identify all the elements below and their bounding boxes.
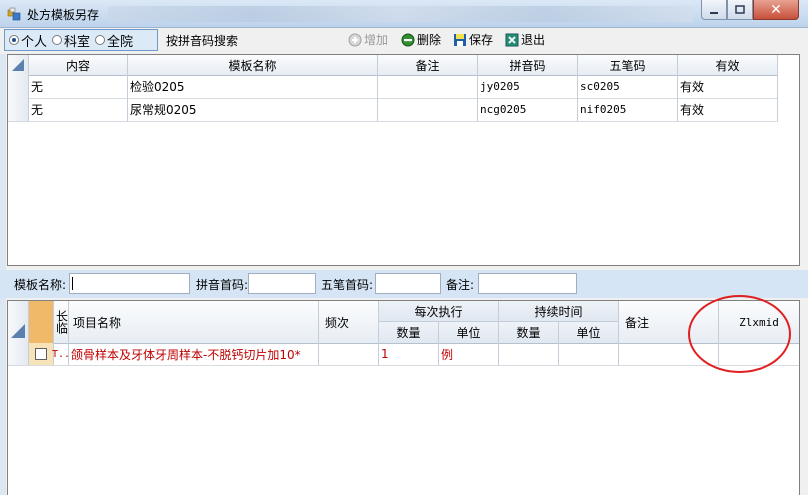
delete-icon xyxy=(401,33,415,47)
col-header-remark[interactable]: 备注 xyxy=(619,301,719,343)
item-grid[interactable]: 长临 项目名称 频次 每次执行 数量 单位 持续时间 数量 单位 备注 Zlxm… xyxy=(7,300,800,495)
col-header-unit[interactable]: 单位 xyxy=(439,322,499,343)
remark-label: 备注: xyxy=(446,278,475,292)
cell-quantity[interactable]: 1 xyxy=(379,343,439,365)
cell-content[interactable]: 无 xyxy=(29,75,128,98)
col-header-quantity[interactable]: 数量 xyxy=(379,322,439,343)
add-icon xyxy=(348,33,362,47)
title-bar[interactable]: 处方模板另存 ✕ xyxy=(0,0,808,28)
obscured-title-area xyxy=(108,6,693,22)
cell-content[interactable]: 无 xyxy=(29,98,128,121)
col-header-item-name[interactable]: 项目名称 xyxy=(69,301,319,343)
status-column-header xyxy=(29,301,54,343)
col-header-remark[interactable]: 备注 xyxy=(378,55,478,75)
template-name-label: 模板名称: xyxy=(14,278,67,292)
radio-label: 个人 xyxy=(21,34,48,50)
cell-duration-quantity[interactable] xyxy=(499,343,559,365)
minimize-icon xyxy=(710,11,718,14)
wubi-prefix-label: 五笔首码: xyxy=(321,278,374,292)
col-header-wubi[interactable]: 五笔码 xyxy=(578,55,678,75)
table-row[interactable]: T.. 颌骨样本及牙体牙周样本-不脱钙切片加10* 1 例 xyxy=(8,343,799,366)
col-header-template-name[interactable]: 模板名称 xyxy=(128,55,378,75)
select-all-corner[interactable] xyxy=(8,301,29,343)
col-header-long-temp[interactable]: 长临 xyxy=(54,301,69,343)
remark-input[interactable] xyxy=(478,273,577,294)
cell-duration-unit[interactable] xyxy=(559,343,619,365)
pinyin-prefix-label: 拼音首码: xyxy=(196,278,249,292)
cell-remark[interactable] xyxy=(378,75,478,98)
cell-valid[interactable]: 有效 xyxy=(678,75,778,98)
radio-personal[interactable]: 个人 xyxy=(9,31,47,50)
cell-pinyin[interactable]: ncg0205 xyxy=(478,98,578,121)
radio-indicator[interactable] xyxy=(52,35,63,45)
delete-label: 删除 xyxy=(417,33,442,47)
maximize-icon xyxy=(735,4,745,14)
col-header-duration-quantity[interactable]: 数量 xyxy=(499,322,559,343)
cell-wubi[interactable]: sc0205 xyxy=(578,75,678,98)
exit-button[interactable]: 退出 xyxy=(505,31,545,48)
cell-valid[interactable]: 有效 xyxy=(678,98,778,121)
cell-remark[interactable] xyxy=(378,98,478,121)
scope-radio-group: 个人 科室 全院 xyxy=(4,29,158,51)
add-button[interactable]: 增加 xyxy=(348,31,388,48)
add-label: 增加 xyxy=(364,33,389,47)
window-title: 处方模板另存 xyxy=(27,8,100,22)
col-header-content[interactable]: 内容 xyxy=(29,55,128,75)
col-header-duration-unit[interactable]: 单位 xyxy=(559,322,619,343)
cell-template-name[interactable]: 检验0205 xyxy=(128,75,378,98)
cell-unit[interactable]: 例 xyxy=(439,343,499,365)
cell-pinyin[interactable]: jy0205 xyxy=(478,75,578,98)
cell-remark[interactable] xyxy=(619,343,719,365)
exit-icon xyxy=(505,33,519,47)
radio-indicator[interactable] xyxy=(95,35,106,45)
select-all-corner[interactable] xyxy=(8,55,29,75)
cell-long-temp[interactable]: T.. xyxy=(52,343,70,365)
toolbar: 个人 科室 全院 按拼音码搜索 增加 删除 保存 退出 xyxy=(0,28,808,54)
radio-label: 全院 xyxy=(107,34,134,50)
col-header-pinyin[interactable]: 拼音码 xyxy=(478,55,578,75)
table-row[interactable]: 无 尿常规0205 ncg0205 nif0205 有效 xyxy=(8,98,778,122)
app-window: 处方模板另存 ✕ 个人 科室 全院 按拼音码搜索 增加 删除 保存 退出 内容 … xyxy=(0,0,808,495)
radio-label: 科室 xyxy=(64,34,91,50)
template-grid[interactable]: 内容 模板名称 备注 拼音码 五笔码 有效 无 检验0205 jy0205 sc… xyxy=(7,54,800,266)
wubi-prefix-input[interactable] xyxy=(375,273,441,294)
row-checkbox[interactable] xyxy=(35,348,47,360)
maximize-button[interactable] xyxy=(727,0,753,20)
app-icon xyxy=(7,7,21,21)
close-button[interactable]: ✕ xyxy=(753,0,799,20)
pinyin-prefix-input[interactable] xyxy=(248,273,316,294)
row-header[interactable] xyxy=(8,75,29,98)
save-icon xyxy=(453,33,467,47)
radio-department[interactable]: 科室 xyxy=(52,31,90,50)
group-header-each-execution: 每次执行 xyxy=(379,301,499,322)
minimize-button[interactable] xyxy=(701,0,727,20)
radio-indicator[interactable] xyxy=(9,35,19,45)
pinyin-search-button[interactable]: 按拼音码搜索 xyxy=(166,32,238,49)
text-caret xyxy=(72,277,73,290)
filter-bar: 模板名称: 拼音首码: 五笔首码: 备注: xyxy=(0,270,808,298)
cell-zlxmid[interactable] xyxy=(719,343,799,365)
table-row[interactable]: 无 检验0205 jy0205 sc0205 有效 xyxy=(8,75,778,99)
col-header-frequency[interactable]: 频次 xyxy=(319,301,379,343)
save-label: 保存 xyxy=(469,33,494,47)
template-name-input[interactable] xyxy=(69,273,190,294)
cell-template-name[interactable]: 尿常规0205 xyxy=(128,98,378,121)
col-header-valid[interactable]: 有效 xyxy=(678,55,778,75)
template-grid-header: 内容 模板名称 备注 拼音码 五笔码 有效 xyxy=(8,55,778,76)
item-grid-header: 长临 项目名称 频次 每次执行 数量 单位 持续时间 数量 单位 备注 Zlxm… xyxy=(8,301,799,344)
save-button[interactable]: 保存 xyxy=(453,31,493,48)
cell-wubi[interactable]: nif0205 xyxy=(578,98,678,121)
cell-frequency[interactable] xyxy=(319,343,379,365)
exit-label: 退出 xyxy=(521,33,546,47)
delete-button[interactable]: 删除 xyxy=(401,31,441,48)
row-header[interactable] xyxy=(8,98,29,121)
radio-hospital[interactable]: 全院 xyxy=(95,31,133,50)
close-icon: ✕ xyxy=(770,1,782,18)
row-header[interactable] xyxy=(8,343,29,365)
group-header-duration: 持续时间 xyxy=(499,301,619,322)
cell-item-name[interactable]: 颌骨样本及牙体牙周样本-不脱钙切片加10* xyxy=(69,343,319,365)
col-header-zlxmid[interactable]: Zlxmid xyxy=(719,301,799,343)
row-checkbox-cell[interactable] xyxy=(29,343,54,365)
